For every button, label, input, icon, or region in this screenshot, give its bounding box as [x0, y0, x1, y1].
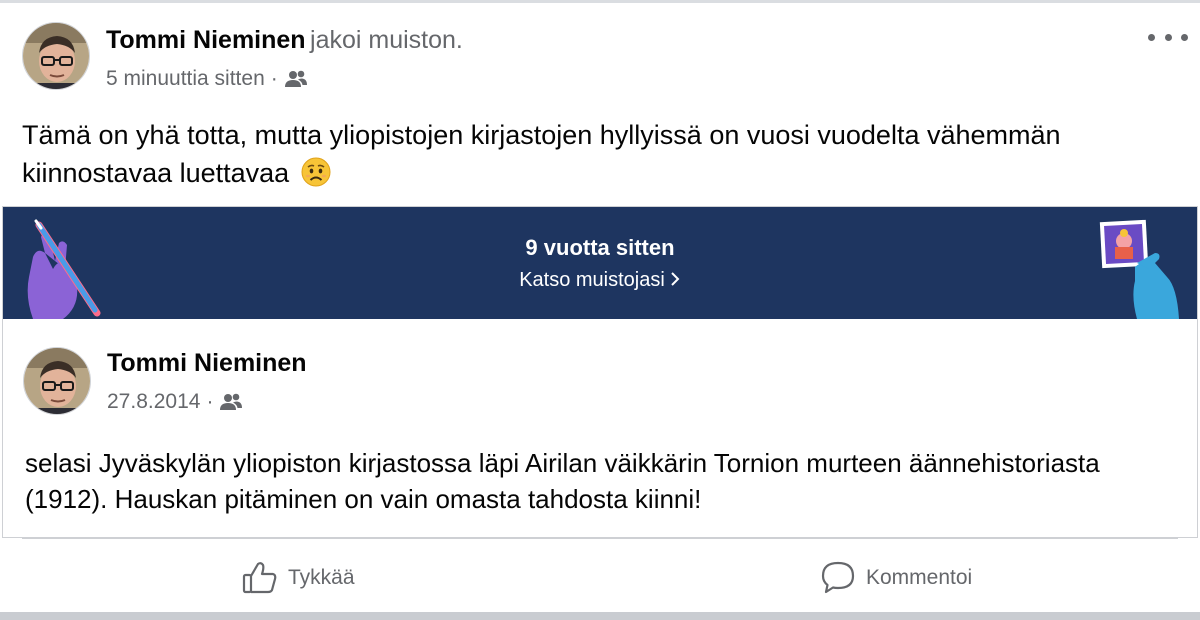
memory-title: 9 vuotta sitten — [525, 235, 675, 260]
original-author-avatar[interactable] — [23, 347, 91, 415]
worried-face-emoji — [301, 157, 331, 187]
actions-divider — [22, 538, 1178, 539]
dot-icon — [1148, 33, 1155, 41]
original-author-name[interactable]: Tommi Nieminen — [107, 349, 307, 378]
memory-card[interactable]: 9 vuotta sitten Katso muistojasi Tommi N… — [2, 206, 1198, 538]
original-post-date[interactable]: 27.8.2014 — [107, 390, 200, 414]
hand-pencil-illustration — [27, 219, 101, 319]
top-divider — [0, 0, 1200, 3]
chevron-right-icon — [671, 272, 680, 286]
bottom-divider — [0, 612, 1200, 620]
post-action-text: jakoi muiston. — [310, 26, 463, 54]
memory-banner[interactable]: 9 vuotta sitten Katso muistojasi — [3, 207, 1197, 319]
post-timestamp[interactable]: 5 minuuttia sitten — [106, 67, 265, 91]
comment-button[interactable]: Kommentoi — [820, 556, 972, 600]
like-button[interactable]: Tykkää — [242, 556, 355, 600]
post-body: Tämä on yhä totta, mutta yliopistojen ki… — [22, 120, 1061, 188]
friends-icon — [284, 69, 308, 89]
see-memories-link[interactable]: Katso muistojasi — [3, 269, 1197, 292]
post-header: Tommi Nieminen jakoi muiston. 5 minuutti… — [106, 26, 463, 91]
post-meta: 5 minuuttia sitten · — [106, 67, 463, 91]
author-name[interactable]: Tommi Nieminen — [106, 26, 306, 54]
meta-separator: · — [270, 67, 278, 90]
author-avatar[interactable] — [22, 22, 90, 90]
friends-icon — [219, 392, 243, 412]
comment-icon — [821, 561, 855, 594]
hand-photo-illustration — [1099, 219, 1179, 319]
comment-label: Kommentoi — [866, 566, 973, 589]
like-label: Tykkää — [288, 566, 355, 589]
dot-icon — [1164, 33, 1172, 41]
original-post-meta: 27.8.2014 · — [107, 390, 307, 414]
original-post-header: Tommi Nieminen 27.8.2014 · — [107, 349, 307, 414]
more-options-icon[interactable] — [1148, 24, 1188, 50]
post-text: Tämä on yhä totta, mutta yliopistojen ki… — [22, 116, 1172, 192]
meta-separator: · — [206, 390, 214, 413]
dot-icon — [1181, 33, 1188, 41]
original-post-text: selasi Jyväskylän yliopiston kirjastossa… — [25, 448, 1100, 514]
thumbs-up-icon — [242, 562, 277, 594]
see-memories-label: Katso muistojasi — [519, 269, 665, 291]
